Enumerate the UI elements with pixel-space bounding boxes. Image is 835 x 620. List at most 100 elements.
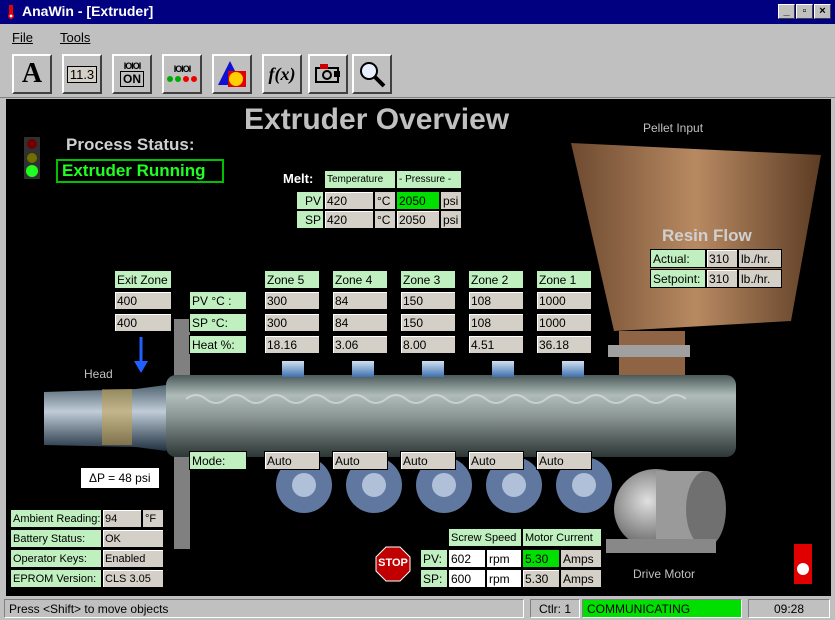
resin-actual-value: 310 (706, 249, 738, 268)
magnifier-icon (360, 62, 386, 88)
camera-icon (315, 64, 340, 83)
indicator-lights-icon (167, 76, 197, 82)
zone-mode-row-label: Mode: (189, 451, 247, 470)
exit-zone-pv: 400 (114, 291, 172, 310)
clock: 09:28 (748, 599, 830, 618)
zone-2-mode[interactable]: Auto (468, 451, 524, 470)
zoom-tool-button[interactable] (352, 54, 392, 94)
melt-pv-temp-unit: °C (374, 191, 396, 210)
menu-bar: File Tools (0, 24, 835, 50)
resin-setpoint-value[interactable]: 310 (706, 269, 738, 288)
motor-pv-current-unit: Amps (560, 549, 602, 568)
melt-sp-temp-unit: °C (374, 210, 396, 229)
zone-4-sp[interactable]: 84 (332, 313, 388, 332)
zone-1-header: Zone 1 (536, 270, 592, 289)
screw-pv-speed: 602 (448, 549, 486, 568)
zone-4-pv: 84 (332, 291, 388, 310)
resin-flow-title: Resin Flow (662, 226, 752, 245)
zone-4-heat: 3.06 (332, 335, 388, 354)
stop-button[interactable]: STOP (378, 557, 408, 569)
resin-actual-unit: lb./hr. (738, 249, 782, 268)
zone-3-sp[interactable]: 150 (400, 313, 456, 332)
window-title: AnaWin - [Extruder] (22, 3, 154, 19)
melt-sp-pressure[interactable]: 2050 (396, 210, 440, 229)
minimize-button[interactable]: _ (778, 4, 795, 19)
operator-keys-value: Enabled (102, 549, 164, 568)
toolbar: A 11.3 IOIOI ON IOIOI f(x) (0, 50, 835, 98)
zone-5-sp[interactable]: 300 (264, 313, 320, 332)
title-bar: AnaWin - [Extruder] _ ▫ × (0, 0, 835, 24)
screw-sp-speed[interactable]: 600 (448, 569, 486, 588)
numeric-display-icon: 11.3 (66, 65, 98, 83)
pellet-input-label: Pellet Input (643, 121, 704, 135)
resin-actual-label: Actual: (650, 249, 706, 268)
motor-pv-current: 5.30 (522, 549, 560, 568)
restore-button[interactable]: ▫ (796, 4, 813, 19)
bits-icon: IOIOI (123, 61, 141, 71)
zone-4-header: Zone 4 (332, 270, 388, 289)
screw-sp-speed-unit: rpm (486, 569, 522, 588)
zone-2-heat: 4.51 (468, 335, 524, 354)
close-button[interactable]: × (814, 4, 831, 19)
melt-label: Melt: (283, 171, 314, 186)
exit-zone-header: Exit Zone (114, 270, 172, 289)
menu-tools[interactable]: Tools (60, 30, 90, 45)
zone-1-heat: 36.18 (536, 335, 592, 354)
controller-number: Ctlr: 1 (530, 599, 580, 618)
melt-pv-pressure-unit: psi (440, 191, 462, 210)
motor-sp-current-unit: Amps (560, 569, 602, 588)
communication-status: COMMUNICATING (582, 599, 742, 618)
drive-motor-label: Drive Motor (633, 567, 696, 581)
zone-1-mode[interactable]: Auto (536, 451, 592, 470)
eprom-version-label: EPROM Version: (10, 569, 102, 588)
process-canvas: Extruder Overview Process Status: Extrud… (6, 99, 831, 596)
exit-zone-sp[interactable]: 400 (114, 313, 172, 332)
shapes-tool-button[interactable] (212, 54, 252, 94)
screw-sp-label: SP: (420, 569, 448, 588)
app-icon[interactable] (6, 5, 16, 19)
head-label: Head (84, 367, 113, 381)
zone-5-pv: 300 (264, 291, 320, 310)
zone-3-mode[interactable]: Auto (400, 451, 456, 470)
onoff-tool-button[interactable]: IOIOI ON (112, 54, 152, 94)
zone-2-header: Zone 2 (468, 270, 524, 289)
screw-pv-speed-unit: rpm (486, 549, 522, 568)
ambient-reading-value: 94 (102, 509, 142, 528)
zone-3-header: Zone 3 (400, 270, 456, 289)
eprom-version-value: CLS 3.05 (102, 569, 164, 588)
melt-pv-pressure: 2050 (396, 191, 440, 210)
melt-sp-label: SP (296, 210, 324, 229)
battery-status-label: Battery Status: (10, 529, 102, 548)
melt-sp-temp[interactable]: 420 (324, 210, 374, 229)
text-tool-button[interactable]: A (12, 54, 52, 94)
zone-5-header: Zone 5 (264, 270, 320, 289)
zone-3-heat: 8.00 (400, 335, 456, 354)
function-icon: f(x) (268, 63, 296, 84)
zone-2-sp[interactable]: 108 (468, 313, 524, 332)
zone-1-sp[interactable]: 1000 (536, 313, 592, 332)
zone-1-pv: 1000 (536, 291, 592, 310)
operator-keys-label: Operator Keys: (10, 549, 102, 568)
text-icon: A (21, 58, 43, 89)
camera-tool-button[interactable] (308, 54, 348, 94)
screw-speed-header: Screw Speed (448, 528, 522, 547)
zone-sp-row-label: SP °C: (189, 313, 247, 332)
melt-pv-temp: 420 (324, 191, 374, 210)
numeric-tool-button[interactable]: 11.3 (62, 54, 102, 94)
zone-4-mode[interactable]: Auto (332, 451, 388, 470)
delta-pressure-display: ΔP = 48 psi (80, 467, 160, 489)
indicator-tool-button[interactable]: IOIOI (162, 54, 202, 94)
zone-5-mode[interactable]: Auto (264, 451, 320, 470)
shapes-icon (218, 61, 246, 87)
zone-2-pv: 108 (468, 291, 524, 310)
status-hint: Press <Shift> to move objects (4, 599, 524, 618)
screw-pv-label: PV: (420, 549, 448, 568)
resin-setpoint-unit: lb./hr. (738, 269, 782, 288)
battery-status-value: OK (102, 529, 164, 548)
motor-sp-current: 5.30 (522, 569, 560, 588)
melt-pressure-header: - Pressure - (396, 170, 462, 189)
process-status-value: Extruder Running (56, 159, 224, 183)
function-tool-button[interactable]: f(x) (262, 54, 302, 94)
menu-file[interactable]: File (12, 30, 33, 45)
process-status-label: Process Status: (66, 135, 195, 154)
